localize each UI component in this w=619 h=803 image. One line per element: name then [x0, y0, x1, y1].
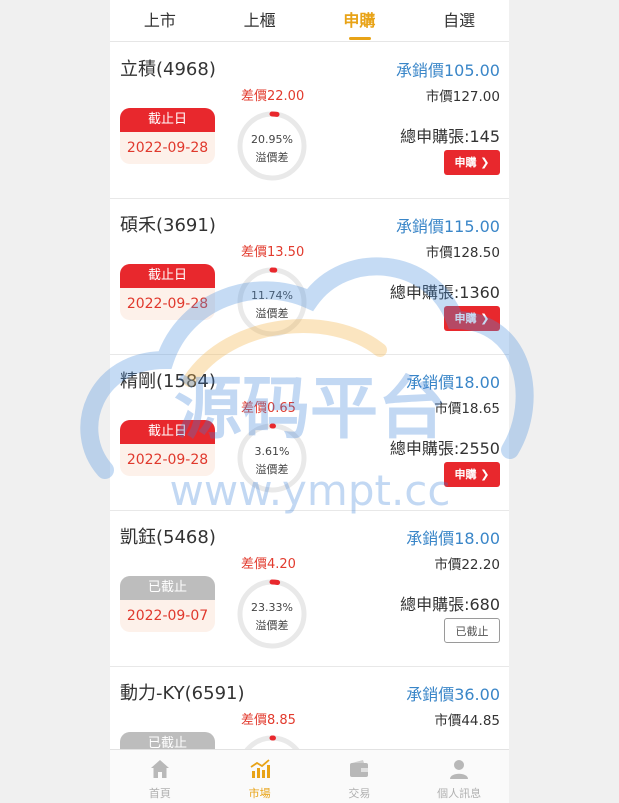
tab-subscription[interactable]: 申購 [310, 0, 410, 42]
premium-percent: 23.33% [251, 601, 293, 614]
nav-home[interactable]: 首頁 [110, 750, 210, 803]
total-subscribed: 總申購張:1360 [389, 283, 500, 302]
price-difference: 差價0.65 [241, 401, 296, 416]
ring-track [237, 423, 307, 493]
ring-track [237, 267, 307, 337]
premium-ring [237, 267, 307, 337]
subscribe-button[interactable]: 申購 ❯ [444, 150, 500, 175]
premium-label: 溢價差 [255, 463, 289, 476]
premium-label: 溢價差 [255, 151, 289, 164]
premium-percent: 3.61% [254, 445, 290, 458]
wallet-icon [350, 760, 369, 777]
subscription-list: 立積(4968) 承銷價105.00 市價127.00 差價22.00 20.9… [110, 43, 509, 749]
nav-market[interactable]: 市場 [210, 750, 310, 803]
nav-profile[interactable]: 個人訊息 [409, 750, 509, 803]
market-price: 市價22.20 [434, 557, 500, 573]
total-subscribed: 總申購張:145 [400, 127, 500, 146]
subscription-card: 凱鈺(5468) 承銷價18.00 市價22.20 差價4.20 23.33% … [110, 511, 509, 667]
market-price: 市價18.65 [434, 401, 500, 417]
price-difference: 差價8.85 [241, 713, 296, 728]
status-badge: 截止日 [120, 108, 215, 132]
bottom-navigation: 首頁 市場 交易 個人訊息 [110, 749, 509, 803]
ring-track [237, 579, 307, 649]
premium-percent: 11.74% [251, 289, 293, 302]
underwriting-price: 承銷價18.00 [406, 529, 500, 548]
nav-trade[interactable]: 交易 [310, 750, 410, 803]
premium-label: 溢價差 [255, 619, 289, 632]
price-difference: 差價4.20 [241, 557, 296, 572]
ring-track [237, 111, 307, 181]
premium-ring [237, 579, 307, 649]
price-difference: 差價22.00 [241, 89, 305, 104]
status-badge: 已截止 [120, 732, 215, 749]
stock-name: 立積(4968) [120, 59, 216, 80]
deadline-date: 2022-09-28 [120, 132, 215, 164]
premium-label: 溢價差 [255, 307, 289, 320]
chart-icon [250, 759, 270, 778]
status-badge: 截止日 [120, 264, 215, 288]
underwriting-price: 承銷價115.00 [396, 217, 500, 236]
app-screen: 上市 上櫃 申購 自選 立積(4968) 承銷價105.00 市價127.00 … [110, 0, 509, 803]
deadline-date: 2022-09-07 [120, 600, 215, 632]
market-tabs: 上市 上櫃 申購 自選 [110, 0, 509, 42]
stock-name: 凱鈺(5468) [120, 527, 216, 548]
premium-ring [237, 111, 307, 181]
subscription-card: 動力-KY(6591) 承銷價36.00 市價44.85 差價8.85 已截止 [110, 667, 509, 749]
subscription-card: 碩禾(3691) 承銷價115.00 市價128.50 差價13.50 11.7… [110, 199, 509, 355]
subscription-card: 精剛(1584) 承銷價18.00 市價18.65 差價0.65 3.61% 溢… [110, 355, 509, 511]
stock-name: 精剛(1584) [120, 371, 216, 392]
home-icon [150, 760, 169, 778]
subscription-card: 立積(4968) 承銷價105.00 市價127.00 差價22.00 20.9… [110, 43, 509, 199]
premium-ring [237, 423, 307, 493]
tab-listed[interactable]: 上市 [110, 0, 210, 42]
total-subscribed: 總申購張:2550 [389, 439, 500, 458]
active-tab-indicator [348, 37, 371, 40]
underwriting-price: 承銷價36.00 [406, 685, 500, 704]
deadline-date: 2022-09-28 [120, 444, 215, 476]
subscribe-button[interactable]: 申購 ❯ [444, 306, 500, 331]
deadline-date: 2022-09-28 [120, 288, 215, 320]
premium-percent: 20.95% [251, 133, 293, 146]
tab-watchlist[interactable]: 自選 [409, 0, 509, 42]
total-subscribed: 總申購張:680 [400, 595, 500, 614]
closed-button[interactable]: 已截止 [444, 618, 500, 643]
subscribe-button[interactable]: 申購 ❯ [444, 462, 500, 487]
status-badge: 已截止 [120, 576, 215, 600]
market-price: 市價127.00 [425, 89, 500, 105]
price-difference: 差價13.50 [241, 245, 305, 260]
market-price: 市價128.50 [425, 245, 500, 261]
stock-name: 碩禾(3691) [120, 215, 216, 236]
underwriting-price: 承銷價18.00 [406, 373, 500, 392]
underwriting-price: 承銷價105.00 [396, 61, 500, 80]
user-icon [450, 760, 469, 779]
status-badge: 截止日 [120, 420, 215, 444]
stock-name: 動力-KY(6591) [120, 683, 245, 704]
premium-ring [237, 735, 307, 749]
tab-otc[interactable]: 上櫃 [210, 0, 310, 42]
market-price: 市價44.85 [434, 713, 500, 729]
